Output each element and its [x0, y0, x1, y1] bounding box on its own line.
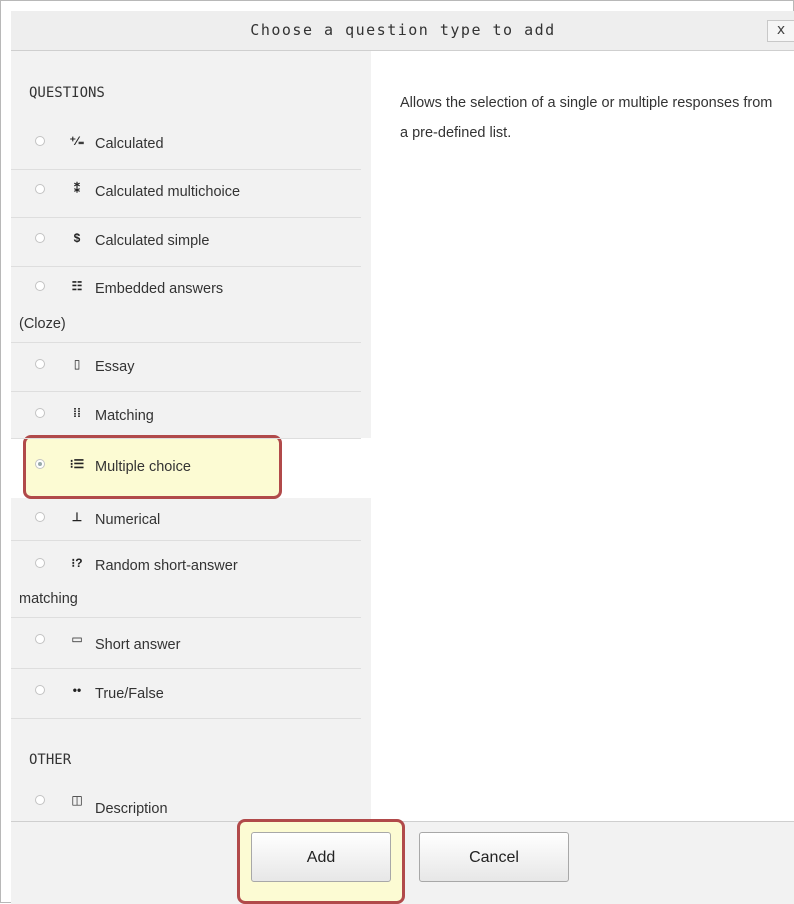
question-type-dialog: Choose a question type to add x Allows t… — [0, 0, 794, 904]
list-item-calculated-multichoice[interactable]: ⁑ Calculated multichoice — [11, 169, 361, 218]
random-short-answer-icon: ⁝? — [71, 556, 83, 570]
item-label: Matching — [95, 408, 154, 424]
item-label-continued: matching — [19, 591, 78, 607]
embedded-answers-icon: ☷ — [71, 279, 83, 293]
item-label: Short answer — [95, 637, 181, 653]
list-item-short-answer[interactable]: ▭ Short answer — [11, 617, 361, 669]
close-button[interactable]: x — [767, 20, 794, 42]
section-heading-questions: QUESTIONS — [29, 85, 105, 101]
calculated-simple-icon: $ — [73, 231, 81, 245]
list-item-true-false[interactable]: •• True/False — [11, 668, 361, 719]
calculated-multichoice-icon: ⁑ — [74, 182, 80, 196]
list-item-essay[interactable]: ▯ Essay — [11, 342, 361, 392]
dialog-title: Choose a question type to add — [250, 21, 556, 39]
list-item-embedded-answers[interactable]: ☷ Embedded answers (Cloze) — [11, 266, 361, 343]
item-label: Embedded answers — [95, 281, 224, 297]
short-answer-icon: ▭ — [71, 632, 83, 646]
item-label: True/False — [95, 686, 164, 702]
radio-embedded-answers[interactable] — [35, 281, 45, 291]
calculated-icon: ⁺⁄₌ — [69, 134, 85, 148]
cancel-button[interactable]: Cancel — [419, 832, 569, 882]
radio-random-short-answer[interactable] — [35, 558, 45, 568]
item-label-continued: (Cloze) — [19, 316, 66, 332]
item-label: Essay — [95, 359, 135, 375]
list-item-description[interactable]: ◫ Description — [11, 781, 361, 821]
item-label: Description — [95, 801, 168, 817]
item-label: Numerical — [95, 512, 161, 528]
dialog-titlebar: Choose a question type to add x — [11, 11, 794, 51]
description-panel: Allows the selection of a single or mult… — [371, 51, 794, 821]
radio-calculated-multichoice[interactable] — [35, 184, 45, 194]
radio-essay[interactable] — [35, 359, 45, 369]
item-label: Multiple choice — [95, 459, 191, 475]
section-heading-other: OTHER — [29, 752, 72, 768]
matching-icon: ⁞⁞ — [73, 406, 81, 420]
list-item-multiple-choice[interactable]: ⁝☰ Multiple choice — [11, 438, 361, 498]
essay-icon: ▯ — [73, 357, 81, 371]
add-button[interactable]: Add — [251, 832, 391, 882]
radio-matching[interactable] — [35, 408, 45, 418]
list-item-calculated-simple[interactable]: $ Calculated simple — [11, 217, 361, 267]
list-item-calculated[interactable]: ⁺⁄₌ Calculated — [11, 122, 361, 170]
item-label: Random short-answer — [95, 558, 238, 574]
list-item-matching[interactable]: ⁞⁞ Matching — [11, 391, 361, 439]
radio-calculated[interactable] — [35, 136, 45, 146]
multiple-choice-icon: ⁝☰ — [69, 457, 85, 471]
item-label: Calculated simple — [95, 233, 210, 249]
radio-short-answer[interactable] — [35, 634, 45, 644]
radio-numerical[interactable] — [35, 512, 45, 522]
radio-calculated-simple[interactable] — [35, 233, 45, 243]
radio-description[interactable] — [35, 795, 45, 805]
radio-multiple-choice[interactable] — [35, 459, 45, 469]
description-icon: ◫ — [71, 793, 83, 807]
radio-true-false[interactable] — [35, 685, 45, 695]
numerical-icon: ⊥ — [71, 510, 83, 524]
item-label: Calculated multichoice — [95, 184, 241, 200]
list-item-random-short-answer-matching[interactable]: ⁝? Random short-answer matching — [11, 540, 361, 618]
item-label: Calculated — [95, 136, 164, 152]
true-false-icon: •• — [72, 683, 82, 697]
question-type-description: Allows the selection of a single or mult… — [400, 95, 773, 141]
list-item-numerical[interactable]: ⊥ Numerical — [11, 498, 361, 541]
